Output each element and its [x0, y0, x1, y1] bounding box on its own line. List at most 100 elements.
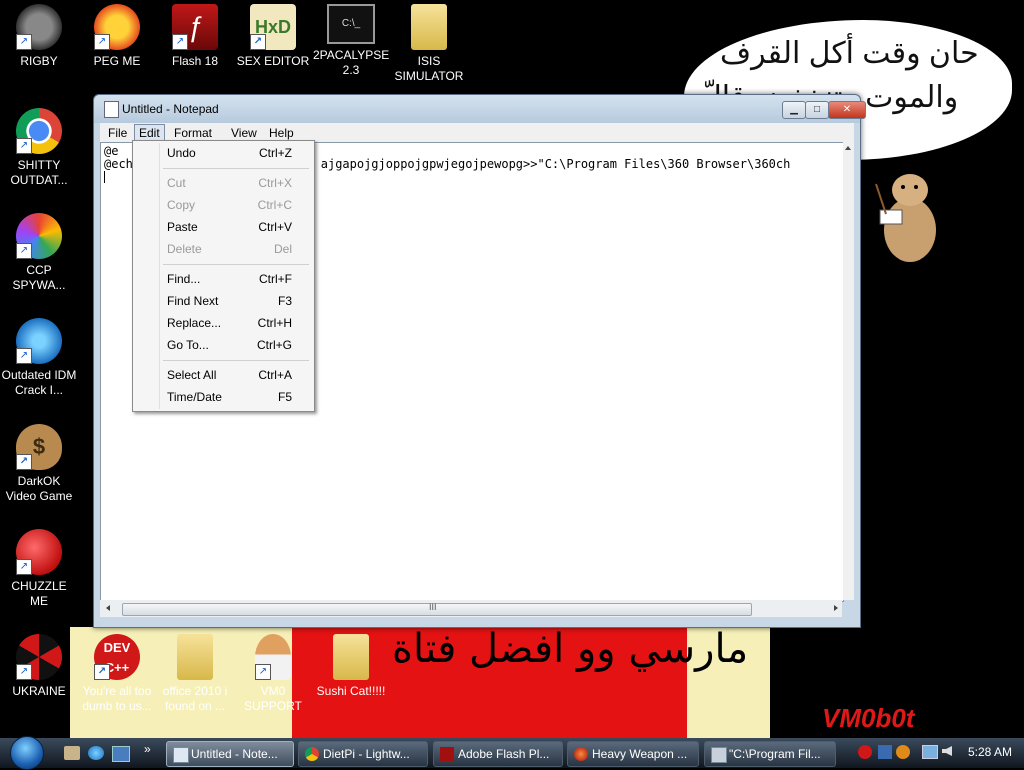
browser-quicklaunch-icon[interactable]: [88, 746, 104, 760]
vertical-scrollbar[interactable]: [843, 142, 854, 600]
folder-icon: [411, 4, 447, 50]
menu-item-shortcut: F3: [277, 294, 292, 308]
desktop-icon-sex-editor[interactable]: HxD ↗ SEX EDITOR: [235, 4, 311, 69]
scroll-left-arrow-icon[interactable]: [106, 605, 110, 611]
taskbar-button-label: DietPi - Lightw...: [323, 747, 410, 761]
window-title: Untitled - Notepad: [122, 102, 219, 116]
notepad-icon: [104, 101, 119, 118]
menu-item-label: Cut: [167, 176, 186, 190]
horizontal-scroll-thumb[interactable]: III: [122, 602, 752, 616]
menu-item-shortcut: F5: [277, 390, 292, 404]
menu-item-delete[interactable]: Delete Del: [134, 239, 311, 259]
menu-item-replace[interactable]: Replace... Ctrl+H: [134, 313, 311, 333]
menu-item-shortcut: Ctrl+G: [256, 338, 292, 352]
menu-item-label: Time/Date: [167, 390, 222, 404]
menu-view[interactable]: View: [227, 125, 261, 141]
taskbar-button-label: "C:\Program Fil...: [729, 747, 821, 761]
horizontal-scrollbar[interactable]: III: [100, 600, 842, 617]
network-icon[interactable]: [878, 745, 892, 759]
heavy-weapon-icon: [574, 747, 588, 761]
menu-item-cut[interactable]: Cut Ctrl+X: [134, 173, 311, 193]
peg-icon: ↗: [94, 4, 140, 50]
desktop-icon-label: SHITTY OUTDAT...: [10, 158, 68, 187]
desktop-icon-idm[interactable]: ↗ Outdated IDM Crack I...: [1, 318, 77, 398]
scroll-up-arrow-icon[interactable]: [845, 146, 851, 150]
taskbar-button-label: Heavy Weapon ...: [592, 747, 688, 761]
desktop-icon-sushi-cat[interactable]: Sushi Cat!!!!!: [313, 634, 389, 699]
desktop-icon-rigby[interactable]: ↗ RIGBY: [1, 4, 77, 69]
monitor-icon[interactable]: [922, 745, 938, 759]
desktop-icon-ccp-spyware[interactable]: ↗ CCP SPYWA...: [1, 213, 77, 293]
desktop-icon-2pacalypse[interactable]: C:\_ 2PACALYPSE 2.3: [313, 4, 389, 78]
menu-file[interactable]: File: [104, 125, 131, 141]
menu-item-label: Replace...: [167, 316, 222, 330]
close-button[interactable]: ✕: [828, 101, 866, 119]
chuzzle-icon: ↗: [16, 529, 62, 575]
scroll-grip-icon: III: [429, 602, 437, 612]
menu-item-shortcut: Ctrl+V: [258, 220, 292, 234]
desktop-icon-devcpp[interactable]: DEV C++ ↗ You're all too dumb to us...: [79, 634, 155, 714]
menu-item-shortcut: Ctrl+H: [257, 316, 292, 330]
menu-separator: [163, 360, 309, 361]
security-alert-icon[interactable]: [858, 745, 872, 759]
menu-item-label: Select All: [167, 368, 217, 382]
taskbar-button-label: Untitled - Note...: [191, 747, 278, 761]
desktop-icon-chrome[interactable]: ↗ SHITTY OUTDAT...: [1, 108, 77, 188]
menu-separator: [163, 168, 309, 169]
scroll-right-arrow-icon[interactable]: [834, 605, 838, 611]
menu-item-label: Paste: [167, 220, 198, 234]
menu-item-select-all[interactable]: Select All Ctrl+A: [134, 365, 311, 385]
quicklaunch-overflow-icon[interactable]: »: [144, 742, 151, 756]
title-bar[interactable]: Untitled - Notepad ▁ □ ✕: [94, 95, 866, 123]
desktop-icon-label: UKRAINE: [12, 684, 66, 698]
app-tray-icon[interactable]: [896, 745, 910, 759]
menu-item-label: Copy: [167, 198, 196, 212]
menu-item-find-next[interactable]: Find Next F3: [134, 291, 311, 311]
radiation-icon: ↗: [16, 634, 62, 680]
desktop-icon-chuzzle[interactable]: ↗ CHUZZLE ME: [1, 529, 77, 609]
taskbar-button-program-files[interactable]: "C:\Program Fil...: [704, 741, 836, 767]
desktop-icon-peg-me[interactable]: ↗ PEG ME: [79, 4, 155, 69]
taskbar-clock[interactable]: 5:28 AM: [968, 745, 1012, 759]
desktop-icon-isis-simulator[interactable]: ISIS SIMULATOR: [391, 4, 467, 84]
desktop-icon-label: Flash 18: [171, 54, 219, 68]
desktop-icon-ukraine[interactable]: ↗ UKRAINE: [1, 634, 77, 699]
flash-icon: ƒ ↗: [172, 4, 218, 50]
desktop-icon-darkok[interactable]: $ ↗ DarkOK Video Game: [1, 424, 77, 504]
desktop-icon-label: DarkOK Video Game: [5, 474, 73, 503]
desktop-icon-office-2010[interactable]: office 2010 i found on ...: [157, 634, 233, 714]
globe-download-icon: ↗: [16, 318, 62, 364]
taskbar-button-heavy-weapon[interactable]: Heavy Weapon ...: [567, 741, 699, 767]
menu-item-paste[interactable]: Paste Ctrl+V: [134, 217, 311, 237]
taskbar-button-flash-player[interactable]: Adobe Flash Pl...: [433, 741, 563, 767]
menu-item-copy[interactable]: Copy Ctrl+C: [134, 195, 311, 215]
show-desktop-icon[interactable]: [64, 746, 80, 760]
folder-icon: [177, 634, 213, 680]
desktop-icon-flash[interactable]: ƒ ↗ Flash 18: [157, 4, 233, 69]
start-button[interactable]: [10, 736, 44, 770]
maximize-button[interactable]: □: [805, 101, 829, 119]
wallpaper-banner-text: مارسي وو افضل فتاة: [392, 626, 749, 672]
menu-item-label: Go To...: [167, 338, 209, 352]
desktop-icon-vm0-support[interactable]: ↗ VM0 SUPPORT: [235, 634, 311, 714]
desktop-icon-label: CHUZZLE ME: [11, 579, 67, 608]
menu-item-go-to[interactable]: Go To... Ctrl+G: [134, 335, 311, 355]
menu-format[interactable]: Format: [170, 125, 216, 141]
minimize-button[interactable]: ▁: [782, 101, 806, 119]
switch-windows-icon[interactable]: [112, 746, 130, 762]
desktop-icon-label: RIGBY: [20, 54, 58, 68]
menu-item-time-date[interactable]: Time/Date F5: [134, 387, 311, 407]
desktop-icon-label: Outdated IDM Crack I...: [1, 368, 77, 397]
taskbar-button-notepad[interactable]: Untitled - Note...: [166, 741, 294, 767]
desktop-icon-label: PEG ME: [93, 54, 141, 68]
menu-item-shortcut: Ctrl+C: [257, 198, 292, 212]
person-icon: ↗: [255, 634, 291, 680]
menu-help[interactable]: Help: [265, 125, 298, 141]
edit-dropdown-menu: Undo Ctrl+Z Cut Ctrl+X Copy Ctrl+C Paste Ctr…: [132, 140, 315, 412]
menu-item-undo[interactable]: Undo Ctrl+Z: [134, 143, 311, 163]
menu-separator: [163, 264, 309, 265]
volume-icon[interactable]: [942, 746, 952, 756]
menu-item-find[interactable]: Find... Ctrl+F: [134, 269, 311, 289]
money-bag-icon: $ ↗: [16, 424, 62, 470]
taskbar-button-dietpi[interactable]: DietPi - Lightw...: [298, 741, 428, 767]
